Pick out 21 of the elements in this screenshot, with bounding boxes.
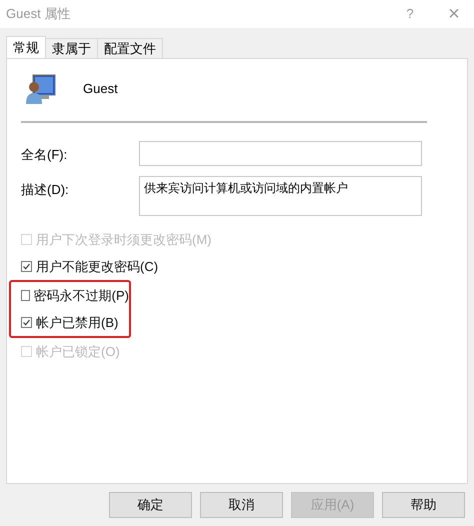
- checkbox[interactable]: [21, 290, 30, 301]
- field-label: 全名(F):: [21, 146, 68, 164]
- checkbox[interactable]: [21, 317, 32, 328]
- dialog-button[interactable]: 取消: [200, 492, 283, 518]
- checkmark-icon: [22, 318, 31, 327]
- user-name: Guest: [83, 80, 118, 98]
- tab[interactable]: 常规: [6, 36, 46, 58]
- user-computer-icon: [25, 73, 57, 105]
- field-label: 描述(D):: [21, 181, 70, 199]
- full-name-field[interactable]: [139, 141, 422, 166]
- description-field[interactable]: 供来宾访问计算机或访问域的内置帐户: [139, 176, 422, 216]
- window-title: Guest 属性: [6, 5, 72, 24]
- checkbox-option[interactable]: 帐户已禁用(B): [21, 309, 129, 336]
- tab[interactable]: 配置文件: [97, 38, 163, 58]
- checkbox-option[interactable]: 用户不能更改密码(C): [21, 253, 453, 280]
- checkbox[interactable]: [21, 261, 32, 272]
- dialog-button[interactable]: 确定: [109, 492, 192, 518]
- dialog-button[interactable]: 帮助: [382, 492, 465, 518]
- checkmark-icon: [22, 262, 31, 271]
- checkbox-option[interactable]: 密码永不过期(P): [21, 282, 129, 309]
- tab[interactable]: 隶属于: [45, 38, 98, 58]
